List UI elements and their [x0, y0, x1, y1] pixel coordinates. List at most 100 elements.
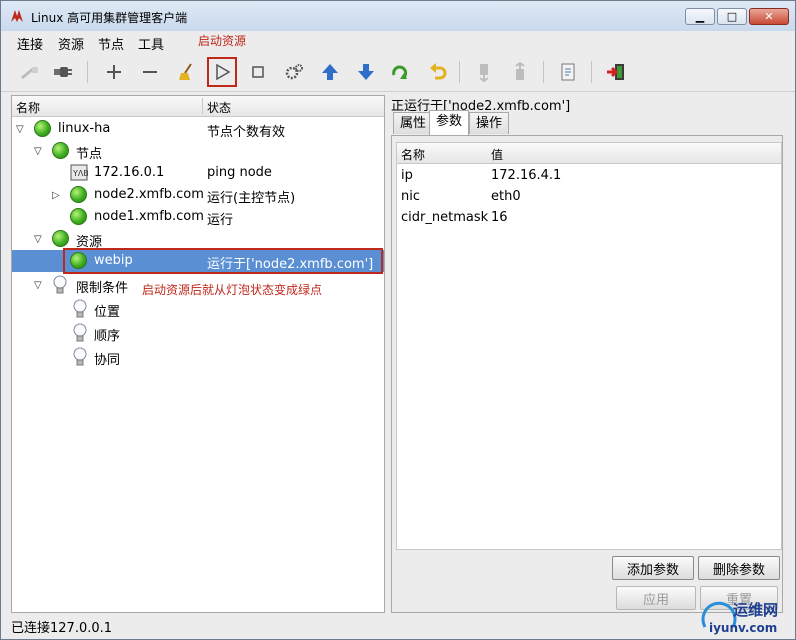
exit-button[interactable] [601, 57, 631, 87]
collapsed-arrow-icon[interactable]: ▷ [52, 190, 60, 201]
move-down-icon [358, 64, 374, 80]
table-row[interactable]: ip 172.16.4.1 [397, 165, 781, 186]
connect-button[interactable] [47, 57, 77, 87]
tree-label: 限制条件 [76, 281, 129, 296]
refresh-button[interactable] [385, 57, 415, 87]
tab-operations[interactable]: 操作 [469, 112, 510, 134]
param-name: cidr_netmask [401, 210, 489, 225]
lightbulb-icon [73, 299, 87, 318]
parameters-panel: 名称 值 ip 172.16.4.1 nic eth0 cidr_netmask… [391, 135, 783, 613]
settings-gears-icon [285, 64, 303, 80]
tree-row-order[interactable]: 顺序 [12, 322, 384, 344]
disconnect-icon [21, 67, 38, 80]
menu-nodes[interactable]: 节点 [98, 34, 124, 53]
tree-state: 节点个数有效 [207, 125, 286, 140]
undo-button[interactable] [423, 57, 453, 87]
watermark-logo: 运维网 iyunv.com [699, 597, 791, 637]
tree-column-state[interactable]: 状态 [207, 99, 231, 116]
green-status-icon [34, 120, 51, 137]
green-status-icon [70, 186, 87, 203]
minimize-button[interactable]: ▁ [685, 8, 715, 25]
param-value: 172.16.4.1 [491, 168, 562, 183]
title-bar: Linux 高可用集群管理客户端 ▁ □ ✕ [1, 1, 795, 31]
tree-row-ping-node[interactable]: ΥΛΒ 172.16.0.1 ping node [12, 162, 384, 184]
tree-label: 顺序 [94, 329, 121, 344]
tree-annotation: 启动资源后就从灯泡状态变成绿点 [142, 283, 323, 297]
close-icon: ✕ [764, 10, 774, 23]
connection-status: 已连接127.0.0.1 [11, 621, 113, 636]
param-column-name[interactable]: 名称 [401, 146, 425, 163]
tree-label: 172.16.0.1 [94, 165, 165, 180]
param-name: nic [401, 189, 420, 204]
tree-label: linux-ha [58, 121, 111, 136]
move-up-button[interactable] [315, 57, 345, 87]
settings-button[interactable] [279, 57, 309, 87]
table-header: 名称 值 [397, 143, 781, 164]
cleanup-button[interactable] [171, 57, 201, 87]
expanded-arrow-icon[interactable]: ▽ [34, 234, 42, 245]
menu-connect[interactable]: 连接 [17, 34, 43, 53]
expanded-arrow-icon[interactable]: ▽ [34, 280, 42, 291]
param-name: ip [401, 168, 413, 183]
stop-resource-button[interactable] [243, 57, 273, 87]
standby-node-button[interactable] [469, 57, 499, 87]
watermark-url: iyunv.com [709, 621, 778, 635]
param-column-value[interactable]: 值 [491, 146, 503, 163]
tree-row-resources[interactable]: ▽ 资源 [12, 228, 384, 250]
menu-tools[interactable]: 工具 [138, 34, 164, 53]
tree-state: 运行(主控节点) [207, 191, 296, 206]
watermark-text: 运维网 [733, 601, 779, 619]
lightbulb-icon [73, 323, 87, 342]
toolbar-separator [591, 61, 592, 83]
detail-pane: 正运行于['node2.xmfb.com'] 属性 参数 操作 名称 值 ip … [391, 95, 783, 613]
view-xml-button[interactable] [553, 57, 583, 87]
app-window: Linux 高可用集群管理客户端 ▁ □ ✕ 连接 资源 节点 工具 启动资源 [0, 0, 796, 640]
start-resource-button[interactable] [207, 57, 237, 87]
active-node-button[interactable] [505, 57, 535, 87]
green-status-icon [52, 142, 69, 159]
remove-button[interactable] [135, 57, 165, 87]
column-divider[interactable] [202, 98, 203, 114]
param-value: 16 [491, 210, 508, 225]
pane-splitter[interactable] [385, 95, 389, 611]
add-parameter-button[interactable]: 添加参数 [612, 556, 694, 580]
tree-row-location[interactable]: 位置 [12, 298, 384, 320]
apply-button[interactable]: 应用 [616, 586, 696, 610]
delete-parameter-button[interactable]: 删除参数 [698, 556, 780, 580]
tree-label: node2.xmfb.com [94, 187, 204, 202]
tree-column-name[interactable]: 名称 [16, 99, 40, 116]
toolbar-separator [87, 61, 88, 83]
tree-row-nodes[interactable]: ▽ 节点 [12, 140, 384, 162]
green-status-icon [70, 208, 87, 225]
tree-state: ping node [207, 165, 272, 180]
maximize-icon: □ [726, 10, 738, 23]
minimize-icon: ▁ [695, 10, 705, 23]
menu-resources[interactable]: 资源 [58, 34, 84, 53]
highlight-box [63, 248, 383, 274]
tree-state: 运行 [207, 213, 234, 228]
tree-row-cluster[interactable]: ▽ linux-ha 节点个数有效 [12, 118, 384, 140]
window-title: Linux 高可用集群管理客户端 [31, 11, 188, 25]
add-button[interactable] [99, 57, 129, 87]
tab-parameters[interactable]: 参数 [429, 110, 470, 135]
svg-text:ΥΛΒ: ΥΛΒ [72, 169, 88, 178]
disconnect-button[interactable] [15, 57, 45, 87]
tree-label: 节点 [76, 147, 103, 162]
tree-label: 协同 [94, 353, 121, 368]
close-button[interactable]: ✕ [749, 8, 789, 25]
exit-icon [607, 64, 624, 80]
expanded-arrow-icon[interactable]: ▽ [16, 124, 24, 135]
tree-row-node2[interactable]: ▷ node2.xmfb.com 运行(主控节点) [12, 184, 384, 206]
app-logo-icon [11, 10, 23, 22]
expanded-arrow-icon[interactable]: ▽ [34, 146, 42, 157]
tree-row-node1[interactable]: node1.xmfb.com 运行 [12, 206, 384, 228]
table-row[interactable]: cidr_netmask 16 [397, 207, 781, 228]
parameters-table: 名称 值 ip 172.16.4.1 nic eth0 cidr_netmask… [396, 142, 782, 550]
maximize-button[interactable]: □ [717, 8, 747, 25]
toolbar-annotation: 启动资源 [198, 34, 247, 48]
connect-icon [54, 67, 72, 77]
tab-attributes[interactable]: 属性 [393, 112, 434, 134]
move-down-button[interactable] [351, 57, 381, 87]
table-row[interactable]: nic eth0 [397, 186, 781, 207]
tree-row-colocation[interactable]: 协同 [12, 346, 384, 368]
